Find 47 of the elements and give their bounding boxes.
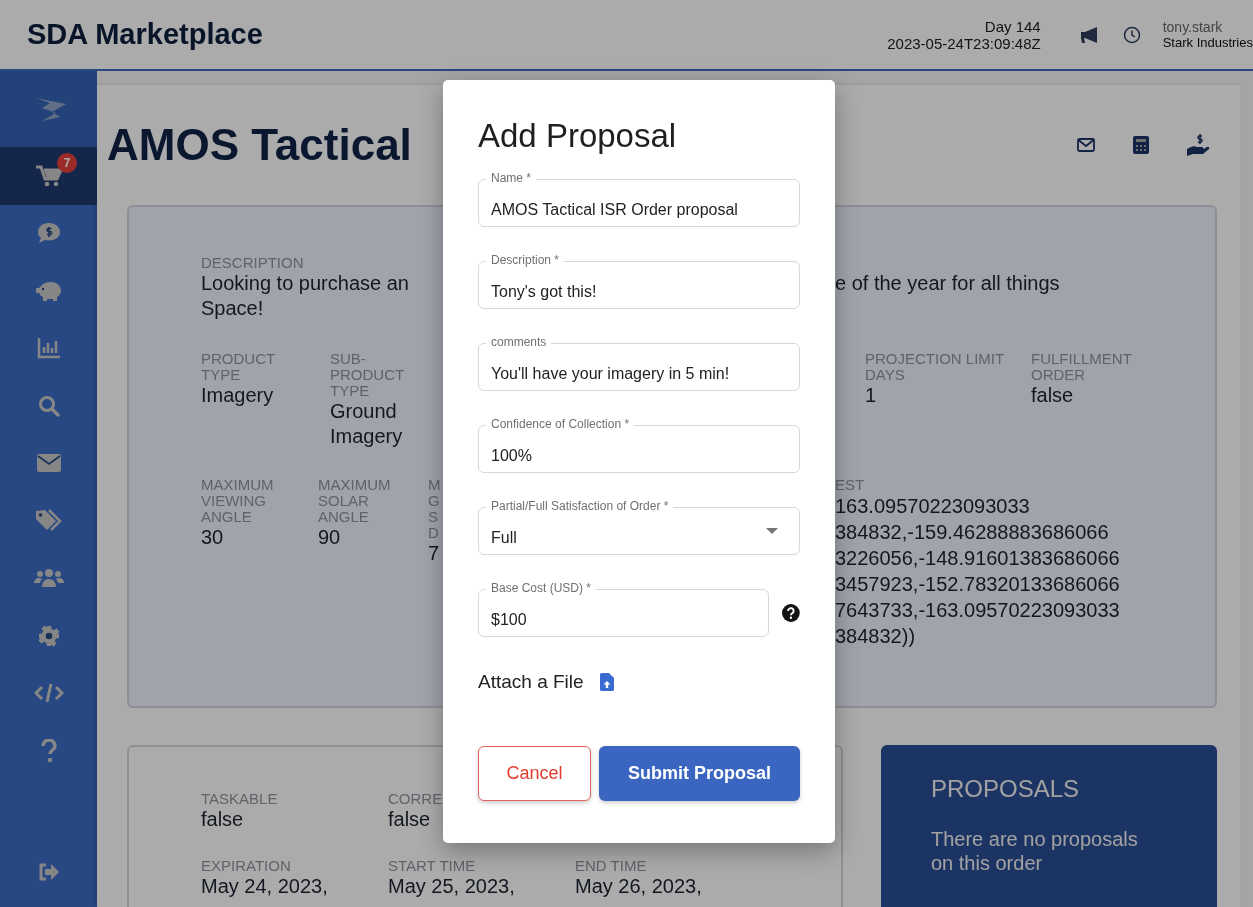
organization-name: Stark Industries [1162,35,1253,50]
field-value: false [388,807,432,832]
attach-file-label: Attach a File [478,671,584,693]
proposals-title: PROPOSALS [931,775,1081,803]
field-label: Description * [486,253,565,268]
dialog-title: Add Proposal [478,116,678,156]
field-label: FULFILLMENT ORDER [1031,351,1133,383]
coordinates-text: 384832)) [835,624,917,649]
field-label: CORRE [388,791,444,807]
field-label: PRODUCT TYPE [201,351,276,383]
field-label: EXPIRATION [201,858,292,874]
coordinates-text: 3457923,-152.78320133686066 [835,572,1121,597]
coordinates-text: 3226056,-148.91601383686066 [835,546,1121,571]
field-label: START TIME [388,858,477,874]
empty-message: There are no proposals on this order [931,827,1139,875]
field-value: 30 [201,525,225,550]
field-label: END TIME [575,858,648,874]
field-value: May 26, 2023, [575,874,703,899]
app-title: SDA Marketplace [27,18,264,51]
field-value: Imagery [201,383,275,408]
field-value: Ground Imagery [330,399,404,449]
field-label: SUB-PRODUCT TYPE [330,351,405,399]
cart-count-badge: 7 [57,153,77,173]
field-value: false [1031,383,1075,408]
day-label: Day 144 [984,17,1041,35]
coordinates-text: 384832,-159.46288883686066 [835,520,1110,545]
field-value: 1 [865,383,878,408]
field-label: Base Cost (USD) * [486,581,597,596]
field-label: DESCRIPTION [201,255,305,271]
page-title: AMOS Tactical [107,120,412,170]
timestamp: 2023-05-24T23:09:48Z [887,34,1041,52]
field-label: MAXIMUM SOLAR ANGLE [318,477,392,525]
description-text: Space! [201,296,265,321]
coordinates-text: 163.09570223093033 [835,494,1031,519]
field-value: May 24, 2023, [201,874,329,899]
field-label: TASKABLE [201,791,279,807]
field-value: May 25, 2023, [388,874,516,899]
field-value: 90 [318,525,342,550]
coordinates-text: 7643733,-163.09570223093033 [835,598,1121,623]
field-label: EST [835,477,866,493]
field-label: PROJECTION LIMIT DAYS [865,351,1005,383]
description-text: e of the year for all things [835,271,1061,296]
field-value: false [201,807,245,832]
description-text: Looking to purchase an [201,271,410,296]
field-label: M G S D [428,477,442,541]
field-label: MAXIMUM VIEWING ANGLE [201,477,275,525]
field-value: 7 [428,541,441,566]
